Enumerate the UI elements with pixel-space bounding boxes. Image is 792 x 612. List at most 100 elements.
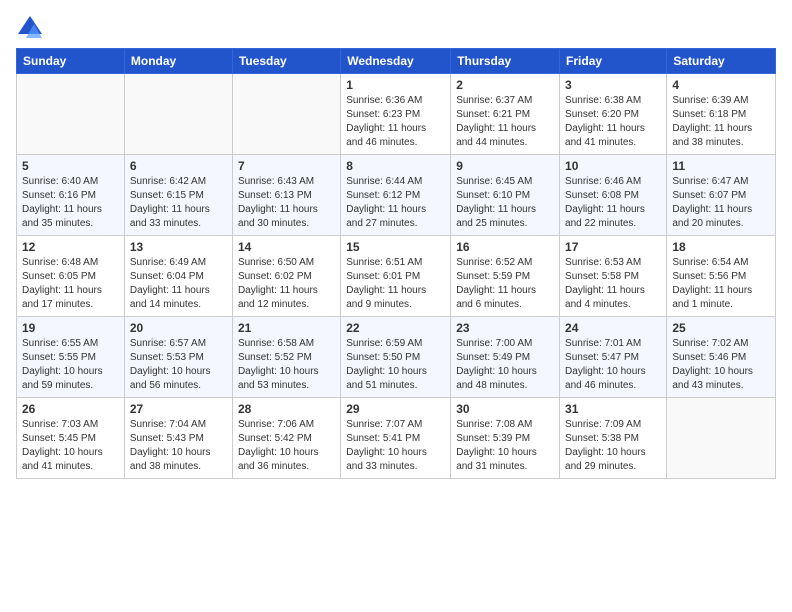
- day-cell: [17, 74, 125, 155]
- day-number: 12: [22, 240, 119, 254]
- day-number: 24: [565, 321, 661, 335]
- day-cell: 3 Sunrise: 6:38 AMSunset: 6:20 PMDaylight…: [560, 74, 667, 155]
- day-number: 3: [565, 78, 661, 92]
- day-number: 10: [565, 159, 661, 173]
- day-cell: 11 Sunrise: 6:47 AMSunset: 6:07 PMDayligh…: [667, 155, 776, 236]
- day-cell: 26 Sunrise: 7:03 AMSunset: 5:45 PMDayligh…: [17, 398, 125, 479]
- day-cell: 5 Sunrise: 6:40 AMSunset: 6:16 PMDaylight…: [17, 155, 125, 236]
- day-cell: 12 Sunrise: 6:48 AMSunset: 6:05 PMDayligh…: [17, 236, 125, 317]
- logo-icon: [16, 14, 44, 42]
- weekday-monday: Monday: [124, 49, 232, 74]
- day-info: Sunrise: 6:57 AMSunset: 5:53 PMDaylight:…: [130, 337, 227, 393]
- day-number: 14: [238, 240, 335, 254]
- day-cell: 16 Sunrise: 6:52 AMSunset: 5:59 PMDayligh…: [451, 236, 560, 317]
- logo: [16, 14, 48, 42]
- day-info: Sunrise: 6:54 AMSunset: 5:56 PMDaylight:…: [672, 256, 770, 312]
- day-info: Sunrise: 6:50 AMSunset: 6:02 PMDaylight:…: [238, 256, 335, 312]
- day-cell: 8 Sunrise: 6:44 AMSunset: 6:12 PMDaylight…: [341, 155, 451, 236]
- day-cell: 25Sunrise: 7:02 AMSunset: 5:46 PMDayligh…: [667, 317, 776, 398]
- weekday-friday: Friday: [560, 49, 667, 74]
- day-info: Sunrise: 6:37 AMSunset: 6:21 PMDaylight:…: [456, 94, 554, 150]
- day-cell: [667, 398, 776, 479]
- day-info: Sunrise: 6:53 AMSunset: 5:58 PMDaylight:…: [565, 256, 661, 312]
- day-number: 31: [565, 402, 661, 416]
- day-info: Sunrise: 7:06 AMSunset: 5:42 PMDaylight:…: [238, 418, 335, 474]
- day-number: 27: [130, 402, 227, 416]
- day-cell: 2Sunrise: 6:37 AMSunset: 6:21 PMDaylight…: [451, 74, 560, 155]
- day-cell: 15Sunrise: 6:51 AMSunset: 6:01 PMDayligh…: [341, 236, 451, 317]
- day-info: Sunrise: 7:01 AMSunset: 5:47 PMDaylight:…: [565, 337, 661, 393]
- weekday-header-row: SundayMondayTuesdayWednesdayThursdayFrid…: [17, 49, 776, 74]
- day-number: 21: [238, 321, 335, 335]
- day-number: 23: [456, 321, 554, 335]
- day-info: Sunrise: 7:02 AMSunset: 5:46 PMDaylight:…: [672, 337, 770, 393]
- day-number: 13: [130, 240, 227, 254]
- week-row-2: 5 Sunrise: 6:40 AMSunset: 6:16 PMDaylight…: [17, 155, 776, 236]
- day-cell: 14 Sunrise: 6:50 AMSunset: 6:02 PMDayligh…: [232, 236, 340, 317]
- day-info: Sunrise: 6:38 AMSunset: 6:20 PMDaylight:…: [565, 94, 661, 150]
- week-row-4: 19Sunrise: 6:55 AMSunset: 5:55 PMDayligh…: [17, 317, 776, 398]
- day-number: 22: [346, 321, 445, 335]
- day-cell: 4 Sunrise: 6:39 AMSunset: 6:18 PMDaylight…: [667, 74, 776, 155]
- day-cell: 28 Sunrise: 7:06 AMSunset: 5:42 PMDayligh…: [232, 398, 340, 479]
- day-cell: 22 Sunrise: 6:59 AMSunset: 5:50 PMDayligh…: [341, 317, 451, 398]
- day-number: 28: [238, 402, 335, 416]
- calendar-table: SundayMondayTuesdayWednesdayThursdayFrid…: [16, 48, 776, 479]
- day-info: Sunrise: 6:39 AMSunset: 6:18 PMDaylight:…: [672, 94, 770, 150]
- day-number: 8: [346, 159, 445, 173]
- day-info: Sunrise: 6:46 AMSunset: 6:08 PMDaylight:…: [565, 175, 661, 231]
- day-number: 15: [346, 240, 445, 254]
- day-cell: 1 Sunrise: 6:36 AMSunset: 6:23 PMDaylight…: [341, 74, 451, 155]
- week-row-3: 12 Sunrise: 6:48 AMSunset: 6:05 PMDayligh…: [17, 236, 776, 317]
- day-cell: 6 Sunrise: 6:42 AMSunset: 6:15 PMDaylight…: [124, 155, 232, 236]
- day-info: Sunrise: 7:08 AMSunset: 5:39 PMDaylight:…: [456, 418, 554, 474]
- day-info: Sunrise: 6:45 AMSunset: 6:10 PMDaylight:…: [456, 175, 554, 231]
- day-number: 1: [346, 78, 445, 92]
- week-row-5: 26 Sunrise: 7:03 AMSunset: 5:45 PMDayligh…: [17, 398, 776, 479]
- week-row-1: 1 Sunrise: 6:36 AMSunset: 6:23 PMDaylight…: [17, 74, 776, 155]
- day-cell: 17 Sunrise: 6:53 AMSunset: 5:58 PMDayligh…: [560, 236, 667, 317]
- day-number: 30: [456, 402, 554, 416]
- day-cell: 18 Sunrise: 6:54 AMSunset: 5:56 PMDayligh…: [667, 236, 776, 317]
- day-info: Sunrise: 6:47 AMSunset: 6:07 PMDaylight:…: [672, 175, 770, 231]
- day-info: Sunrise: 6:44 AMSunset: 6:12 PMDaylight:…: [346, 175, 445, 231]
- day-cell: 7 Sunrise: 6:43 AMSunset: 6:13 PMDaylight…: [232, 155, 340, 236]
- weekday-tuesday: Tuesday: [232, 49, 340, 74]
- day-info: Sunrise: 6:43 AMSunset: 6:13 PMDaylight:…: [238, 175, 335, 231]
- day-number: 7: [238, 159, 335, 173]
- day-cell: 24 Sunrise: 7:01 AMSunset: 5:47 PMDayligh…: [560, 317, 667, 398]
- day-info: Sunrise: 6:42 AMSunset: 6:15 PMDaylight:…: [130, 175, 227, 231]
- day-info: Sunrise: 7:00 AMSunset: 5:49 PMDaylight:…: [456, 337, 554, 393]
- weekday-saturday: Saturday: [667, 49, 776, 74]
- weekday-thursday: Thursday: [451, 49, 560, 74]
- day-cell: 30 Sunrise: 7:08 AMSunset: 5:39 PMDayligh…: [451, 398, 560, 479]
- day-cell: [124, 74, 232, 155]
- day-info: Sunrise: 6:36 AMSunset: 6:23 PMDaylight:…: [346, 94, 445, 150]
- day-number: 26: [22, 402, 119, 416]
- day-info: Sunrise: 6:52 AMSunset: 5:59 PMDaylight:…: [456, 256, 554, 312]
- weekday-wednesday: Wednesday: [341, 49, 451, 74]
- day-cell: 9Sunrise: 6:45 AMSunset: 6:10 PMDaylight…: [451, 155, 560, 236]
- day-cell: 10 Sunrise: 6:46 AMSunset: 6:08 PMDayligh…: [560, 155, 667, 236]
- day-number: 20: [130, 321, 227, 335]
- day-number: 4: [672, 78, 770, 92]
- day-info: Sunrise: 6:40 AMSunset: 6:16 PMDaylight:…: [22, 175, 119, 231]
- day-number: 17: [565, 240, 661, 254]
- day-cell: 27Sunrise: 7:04 AMSunset: 5:43 PMDayligh…: [124, 398, 232, 479]
- day-number: 5: [22, 159, 119, 173]
- day-info: Sunrise: 6:48 AMSunset: 6:05 PMDaylight:…: [22, 256, 119, 312]
- day-info: Sunrise: 6:59 AMSunset: 5:50 PMDaylight:…: [346, 337, 445, 393]
- day-number: 18: [672, 240, 770, 254]
- day-cell: 31 Sunrise: 7:09 AMSunset: 5:38 PMDayligh…: [560, 398, 667, 479]
- page: SundayMondayTuesdayWednesdayThursdayFrid…: [0, 0, 792, 612]
- day-info: Sunrise: 7:03 AMSunset: 5:45 PMDaylight:…: [22, 418, 119, 474]
- day-cell: 23 Sunrise: 7:00 AMSunset: 5:49 PMDayligh…: [451, 317, 560, 398]
- day-info: Sunrise: 7:09 AMSunset: 5:38 PMDaylight:…: [565, 418, 661, 474]
- day-number: 11: [672, 159, 770, 173]
- day-info: Sunrise: 6:58 AMSunset: 5:52 PMDaylight:…: [238, 337, 335, 393]
- day-cell: 29Sunrise: 7:07 AMSunset: 5:41 PMDayligh…: [341, 398, 451, 479]
- day-cell: 21 Sunrise: 6:58 AMSunset: 5:52 PMDayligh…: [232, 317, 340, 398]
- header: [16, 10, 776, 42]
- day-number: 6: [130, 159, 227, 173]
- day-number: 16: [456, 240, 554, 254]
